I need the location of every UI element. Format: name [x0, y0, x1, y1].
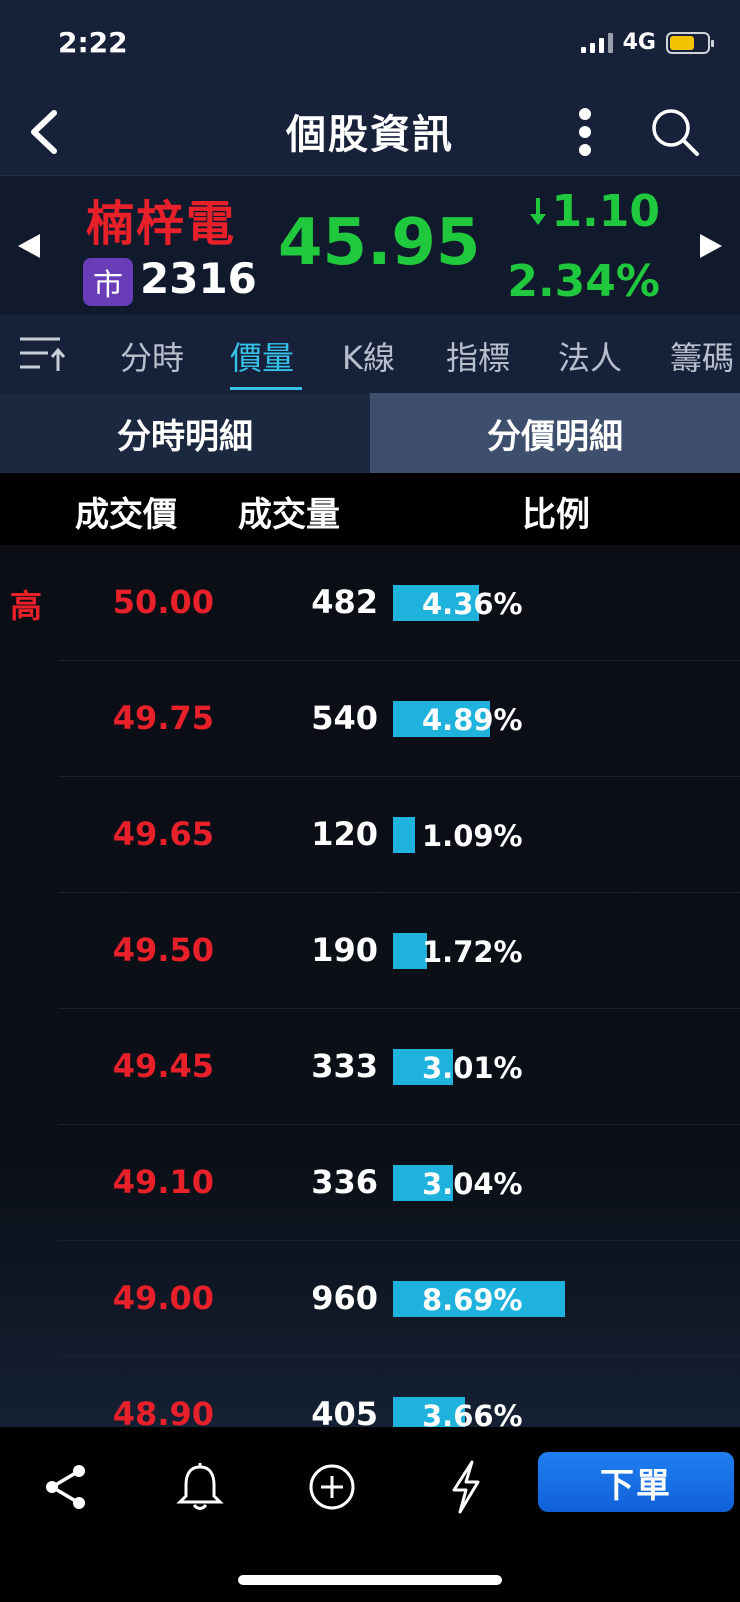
row-ratio: 3.01%: [422, 1051, 523, 1085]
market-badge: 市: [83, 258, 133, 306]
triangle-left-icon: [18, 234, 40, 258]
row-ratio: 1.09%: [422, 819, 523, 853]
status-bar: 2:22 4G: [0, 0, 740, 90]
active-tab-indicator: [230, 387, 302, 390]
previous-stock-button[interactable]: [14, 228, 44, 264]
column-header-price: 成交價: [75, 495, 177, 535]
arrow-down-icon: [530, 198, 547, 225]
tab-chips[interactable]: 籌碼: [670, 333, 734, 379]
sub-tab-price-detail[interactable]: 分價明細: [370, 393, 740, 473]
table-header: 成交價 成交量 比例: [0, 473, 740, 545]
sort-icon: [20, 337, 66, 371]
bell-icon: [176, 1463, 224, 1510]
row-volume: 190: [311, 931, 378, 969]
row-price: 49.65: [112, 815, 214, 853]
quick-trade-button[interactable]: [436, 1457, 496, 1517]
page-title: 個股資訊: [286, 112, 454, 158]
column-header-ratio: 比例: [522, 495, 590, 535]
stock-change: 1.10 2.34%: [500, 185, 660, 308]
table-row[interactable]: 49.65 120 1.09%: [0, 777, 740, 893]
next-stock-button[interactable]: [696, 228, 726, 264]
status-indicators: 4G: [580, 30, 714, 55]
search-icon: [652, 109, 699, 156]
table-row[interactable]: 49.00 960 8.69%: [0, 1241, 740, 1357]
row-price: 49.45: [112, 1047, 214, 1085]
row-volume: 960: [311, 1279, 378, 1317]
row-volume: 120: [311, 815, 378, 853]
row-price: 49.50: [112, 931, 214, 969]
bottom-toolbar: 下單: [0, 1427, 740, 1602]
tab-institutional[interactable]: 法人: [558, 333, 622, 379]
row-volume: 336: [311, 1163, 378, 1201]
tab-indicators[interactable]: 指標: [446, 333, 510, 379]
row-volume: 482: [311, 583, 378, 621]
price-change: 1.10: [551, 185, 660, 237]
plus-circle-icon: [309, 1464, 355, 1510]
more-vertical-icon: [579, 108, 591, 156]
row-price: 50.00: [112, 583, 214, 621]
row-price: 48.90: [112, 1395, 214, 1427]
table-row[interactable]: 48.90 405 3.66%: [0, 1357, 740, 1427]
row-ratio: 1.72%: [422, 935, 523, 969]
row-volume: 540: [311, 699, 378, 737]
share-button[interactable]: [36, 1457, 96, 1517]
stock-quote-header: 楠梓電 市 2316 45.95 1.10 2.34%: [0, 175, 740, 315]
tab-bar: 分時 價量 K線 指標 法人 籌碼: [0, 315, 740, 393]
row-price: 49.75: [112, 699, 214, 737]
alert-button[interactable]: [170, 1457, 230, 1517]
status-time: 2:22: [58, 26, 128, 59]
row-price: 49.10: [112, 1163, 214, 1201]
row-price: 49.00: [112, 1279, 214, 1317]
lightning-icon: [452, 1460, 480, 1514]
navigation-bar: 個股資訊: [0, 90, 740, 175]
table-row[interactable]: 49.10 336 3.04%: [0, 1125, 740, 1241]
row-ratio: 4.89%: [422, 703, 523, 737]
home-indicator[interactable]: [238, 1575, 502, 1585]
price-volume-table[interactable]: 高 50.00 482 4.36% 49.75 540 4.89% 49.65 120 1.09%…: [0, 545, 740, 1427]
battery-icon: [666, 31, 714, 54]
add-watchlist-button[interactable]: [302, 1457, 362, 1517]
row-volume: 405: [311, 1395, 378, 1427]
triangle-right-icon: [700, 234, 722, 258]
tab-time-share[interactable]: 分時: [120, 333, 184, 379]
row-ratio: 3.04%: [422, 1167, 523, 1201]
tab-k-line[interactable]: K線: [342, 333, 395, 379]
row-ratio: 3.66%: [422, 1399, 523, 1427]
row-volume: 333: [311, 1047, 378, 1085]
sub-tab-time-detail[interactable]: 分時明細: [0, 393, 370, 473]
more-button[interactable]: [560, 102, 610, 162]
column-header-volume: 成交量: [238, 495, 340, 535]
search-button[interactable]: [645, 102, 705, 162]
sub-tab-bar: 分時明細 分價明細: [0, 393, 740, 473]
network-type: 4G: [622, 30, 656, 55]
stock-name: 楠梓電: [86, 196, 237, 252]
cellular-signal-icon: [580, 32, 613, 53]
sort-menu-button[interactable]: [18, 333, 68, 377]
tab-price-volume[interactable]: 價量: [230, 333, 294, 379]
table-row[interactable]: 高 50.00 482 4.36%: [0, 545, 740, 661]
price-change-percent: 2.34%: [507, 256, 660, 307]
table-row[interactable]: 49.45 333 3.01%: [0, 1009, 740, 1125]
table-row[interactable]: 49.75 540 4.89%: [0, 661, 740, 777]
ratio-bar: [393, 817, 415, 853]
stock-code: 2316: [140, 254, 257, 303]
share-icon: [46, 1465, 85, 1509]
row-ratio: 4.36%: [422, 587, 523, 621]
row-ratio: 8.69%: [422, 1283, 523, 1317]
high-price-tag: 高: [10, 587, 43, 625]
order-button[interactable]: 下單: [538, 1452, 734, 1512]
stock-price: 45.95: [278, 206, 481, 280]
table-row[interactable]: 49.50 190 1.72%: [0, 893, 740, 1009]
